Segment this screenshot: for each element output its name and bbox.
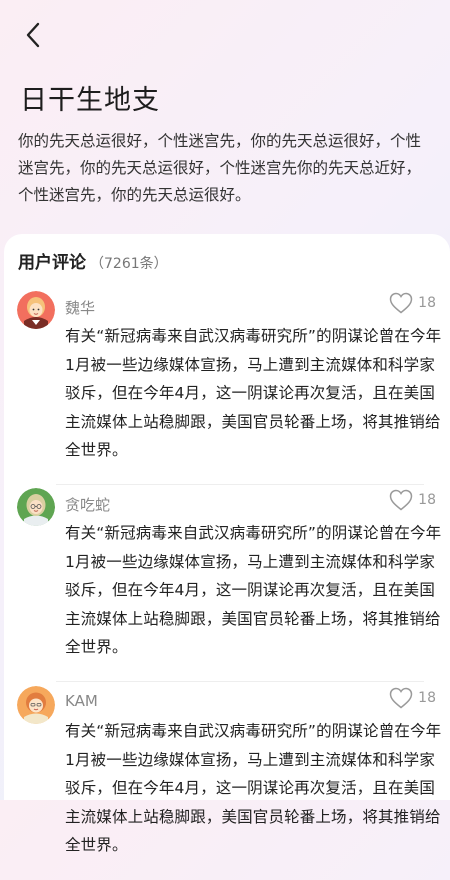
comment-item: KAM 18 有关“新冠病毒来自武汉病毒研究所”的阴谋论曾在今年1月被一些边缘媒… (4, 684, 450, 880)
like-count: 18 (418, 295, 436, 311)
heart-icon (389, 292, 413, 314)
divider (56, 681, 424, 682)
username: 魏华 (65, 299, 96, 317)
back-button[interactable] (18, 20, 48, 50)
like-button[interactable]: 18 (389, 687, 436, 709)
comments-header: 用户评论 （7261条） (18, 248, 168, 273)
username: KAM (65, 692, 98, 710)
comments-panel: 用户评论 （7261条） 魏华 18 有关“新冠病毒来自武汉病毒研究所”的阴谋论… (4, 234, 450, 854)
comments-title: 用户评论 (18, 253, 86, 273)
page-description: 你的先天总运很好，个性迷宫先，你的先天总运很好，个性迷宫先，你的先天总运很好，个… (18, 132, 422, 204)
like-count: 18 (418, 690, 436, 706)
page-title: 日干生地支 (20, 85, 160, 116)
heart-icon (389, 489, 413, 511)
comment-item: 魏华 18 有关“新冠病毒来自武汉病毒研究所”的阴谋论曾在今年1月被一些边缘媒体… (4, 289, 450, 485)
avatar[interactable] (17, 488, 55, 526)
chevron-left-icon (26, 22, 40, 48)
comment-text: 有关“新冠病毒来自武汉病毒研究所”的阴谋论曾在今年1月被一些边缘媒体宣扬，马上遭… (65, 524, 442, 657)
avatar[interactable] (17, 686, 55, 724)
heart-icon (389, 687, 413, 709)
comments-count: （7261条） (90, 256, 168, 272)
comment-text: 有关“新冠病毒来自武汉病毒研究所”的阴谋论曾在今年1月被一些边缘媒体宣扬，马上遭… (65, 722, 442, 855)
like-button[interactable]: 18 (389, 292, 436, 314)
avatar[interactable] (17, 291, 55, 329)
username: 贪吃蛇 (65, 496, 111, 514)
like-button[interactable]: 18 (389, 489, 436, 511)
comment-item: 贪吃蛇 18 有关“新冠病毒来自武汉病毒研究所”的阴谋论曾在今年1月被一些边缘媒… (4, 486, 450, 682)
like-count: 18 (418, 492, 436, 508)
divider (56, 484, 424, 485)
comment-text: 有关“新冠病毒来自武汉病毒研究所”的阴谋论曾在今年1月被一些边缘媒体宣扬，马上遭… (65, 327, 442, 460)
